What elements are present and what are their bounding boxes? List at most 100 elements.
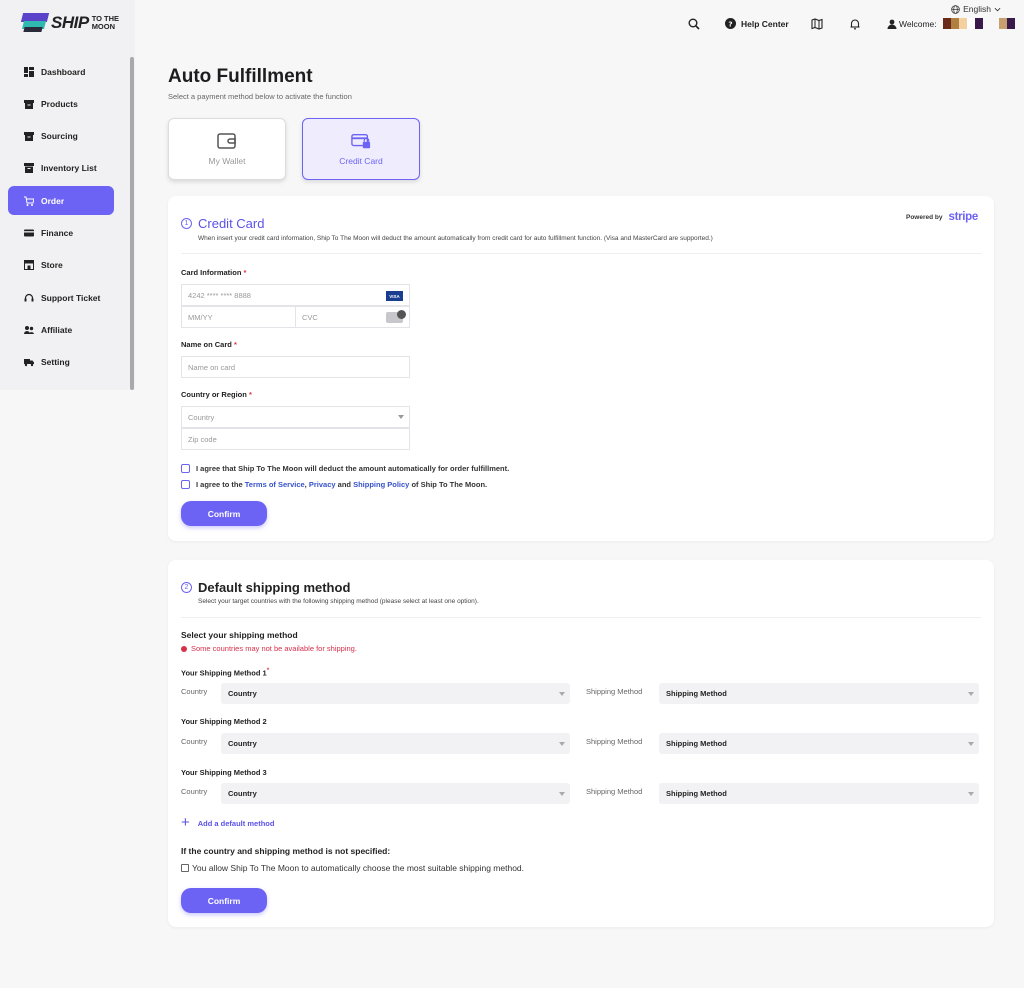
payment-option-label: Credit Card	[339, 156, 383, 166]
section-number: 1	[181, 218, 192, 229]
language-label: English	[963, 4, 991, 14]
unspecified-heading: If the country and shipping method is no…	[181, 846, 391, 856]
sidebar-item-label: Products	[41, 98, 78, 109]
caret-down-icon	[968, 742, 974, 746]
shipping-method-1-country-select[interactable]: Country	[221, 683, 570, 704]
section-description: Select your target countries with the fo…	[198, 598, 479, 605]
country-select[interactable]: Country	[181, 406, 410, 428]
bell-icon[interactable]	[849, 18, 861, 30]
users-icon	[24, 325, 34, 335]
username-obscured	[942, 18, 1015, 29]
section-description: When insert your credit card information…	[198, 235, 713, 242]
auto-choose-label: You allow Ship To The Moon to automatica…	[192, 863, 525, 873]
sidebar-item-support-ticket[interactable]: Support Ticket	[8, 283, 114, 312]
section-header: 2 Default shipping method	[181, 580, 350, 595]
logo-word: SHIP	[51, 13, 89, 32]
name-on-card-label: Name on Card *	[181, 340, 237, 349]
credit-confirm-button[interactable]: Confirm	[181, 501, 267, 526]
payment-option-wallet[interactable]: My Wallet	[168, 118, 286, 180]
user-menu[interactable]: Welcome:	[887, 18, 1015, 29]
map-icon[interactable]	[811, 18, 823, 30]
shipping-method-panel: 2 Default shipping method Select your ta…	[168, 560, 994, 927]
powered-by-label: Powered by	[905, 213, 943, 221]
shipping-method-1-title: Your Shipping Method 1*	[181, 667, 270, 678]
help-icon: ?	[725, 18, 736, 29]
sidebar-item-finance[interactable]: Finance	[8, 218, 114, 247]
stripe-logo: stripe	[948, 211, 978, 223]
sidebar-item-label: Dashboard	[41, 66, 86, 77]
sidebar-item-affiliate[interactable]: Affiliate	[8, 315, 114, 344]
sidebar-item-setting[interactable]: Setting	[8, 348, 114, 377]
section-title: Default shipping method	[198, 580, 351, 595]
payment-option-label: My Wallet	[208, 156, 246, 166]
warning-icon	[181, 645, 187, 652]
shipping-method-3-country-select[interactable]: Country	[221, 783, 570, 804]
add-default-method-button[interactable]: + Add a default method	[181, 815, 275, 830]
expiry-input[interactable]: MM/YY	[181, 306, 296, 328]
shipping-method-3-method-select[interactable]: Shipping Method	[659, 783, 979, 804]
sidebar-item-inventory-list[interactable]: Inventory List	[8, 154, 114, 183]
sidebar: SHIP TO THE MOON Dashboard Products Sourc…	[0, 0, 135, 390]
agree-terms-checkbox[interactable]	[181, 480, 190, 489]
language-selector[interactable]: English	[951, 4, 1001, 14]
search-icon[interactable]	[688, 18, 700, 30]
shipping-method-2-method-select[interactable]: Shipping Method	[659, 733, 979, 754]
chevron-down-icon	[994, 7, 1001, 11]
auto-choose-checkbox[interactable]	[181, 864, 189, 872]
cvc-input[interactable]: CVC	[295, 306, 410, 328]
topbar: English ? Help Center Welcome:	[135, 0, 1024, 50]
sidebar-item-order[interactable]: Order	[8, 186, 114, 216]
shipping-method-1-method-select[interactable]: Shipping Method	[659, 683, 979, 704]
card-number-input[interactable]: 4242 **** **** 8888 VISA	[181, 284, 410, 306]
country-label: Country	[181, 687, 208, 696]
store-icon	[24, 260, 34, 271]
name-on-card-input[interactable]: Name on card	[181, 356, 410, 378]
auto-choose-row[interactable]: You allow Ship To The Moon to automatica…	[181, 863, 524, 873]
shipping-policy-link[interactable]: Shipping Policy	[353, 480, 409, 489]
credit-card-panel: 1 Credit Card When insert your credit ca…	[168, 196, 994, 541]
sidebar-item-dashboard[interactable]: Dashboard	[8, 57, 114, 86]
agree-terms-row[interactable]: I agree to the Terms of Service, Privacy…	[181, 480, 487, 489]
box-icon	[24, 99, 34, 109]
shipping-method-3-title: Your Shipping Method 3	[181, 768, 267, 777]
payment-option-credit-card[interactable]: Credit Card	[302, 118, 420, 180]
sidebar-scrollbar[interactable]	[130, 57, 134, 390]
terms-of-service-link[interactable]: Terms of Service	[245, 480, 305, 489]
zip-code-input[interactable]: Zip code	[181, 428, 410, 450]
page-title: Auto Fulfillment	[168, 66, 313, 87]
shipping-method-2-title: Your Shipping Method 2	[181, 717, 267, 726]
agree-terms-comma: ,	[304, 480, 307, 489]
archive-icon	[24, 163, 34, 174]
sidebar-item-sourcing[interactable]: Sourcing	[8, 122, 114, 151]
shipping-method-label: Shipping Method	[586, 687, 643, 696]
card-icon	[24, 228, 34, 238]
divider	[181, 617, 981, 618]
cart-icon	[24, 196, 34, 206]
country-region-label: Country or Region *	[181, 390, 252, 399]
globe-icon	[951, 4, 960, 14]
privacy-link[interactable]: Privacy	[309, 480, 336, 489]
section-number: 2	[181, 582, 192, 593]
agree-terms-prefix: I agree to the	[196, 480, 243, 489]
shipping-method-label: Shipping Method	[586, 787, 643, 796]
add-method-label: Add a default method	[197, 818, 275, 828]
agree-terms-suffix: of Ship To The Moon.	[411, 480, 488, 489]
caret-down-icon	[968, 692, 974, 696]
agree-auto-deduct-row[interactable]: I agree that Ship To The Moon will deduc…	[181, 464, 509, 473]
shipping-confirm-button[interactable]: Confirm	[181, 888, 267, 913]
sidebar-item-products[interactable]: Products	[8, 89, 114, 118]
visa-icon: VISA	[386, 291, 403, 301]
agree-auto-deduct-checkbox[interactable]	[181, 464, 190, 473]
help-center-link[interactable]: ? Help Center	[725, 18, 789, 29]
sidebar-item-label: Finance	[41, 227, 74, 238]
section-header: 1 Credit Card	[181, 216, 264, 231]
shipping-method-2-country-select[interactable]: Country	[221, 733, 570, 754]
dashboard-icon	[24, 66, 34, 77]
agree-terms-and: and	[337, 480, 351, 489]
truck-icon	[24, 357, 34, 367]
brand-logo[interactable]: SHIP TO THE MOON	[20, 13, 119, 33]
divider	[181, 253, 981, 254]
sidebar-item-store[interactable]: Store	[8, 251, 114, 280]
country-label: Country	[181, 737, 208, 746]
caret-down-icon	[559, 692, 565, 696]
